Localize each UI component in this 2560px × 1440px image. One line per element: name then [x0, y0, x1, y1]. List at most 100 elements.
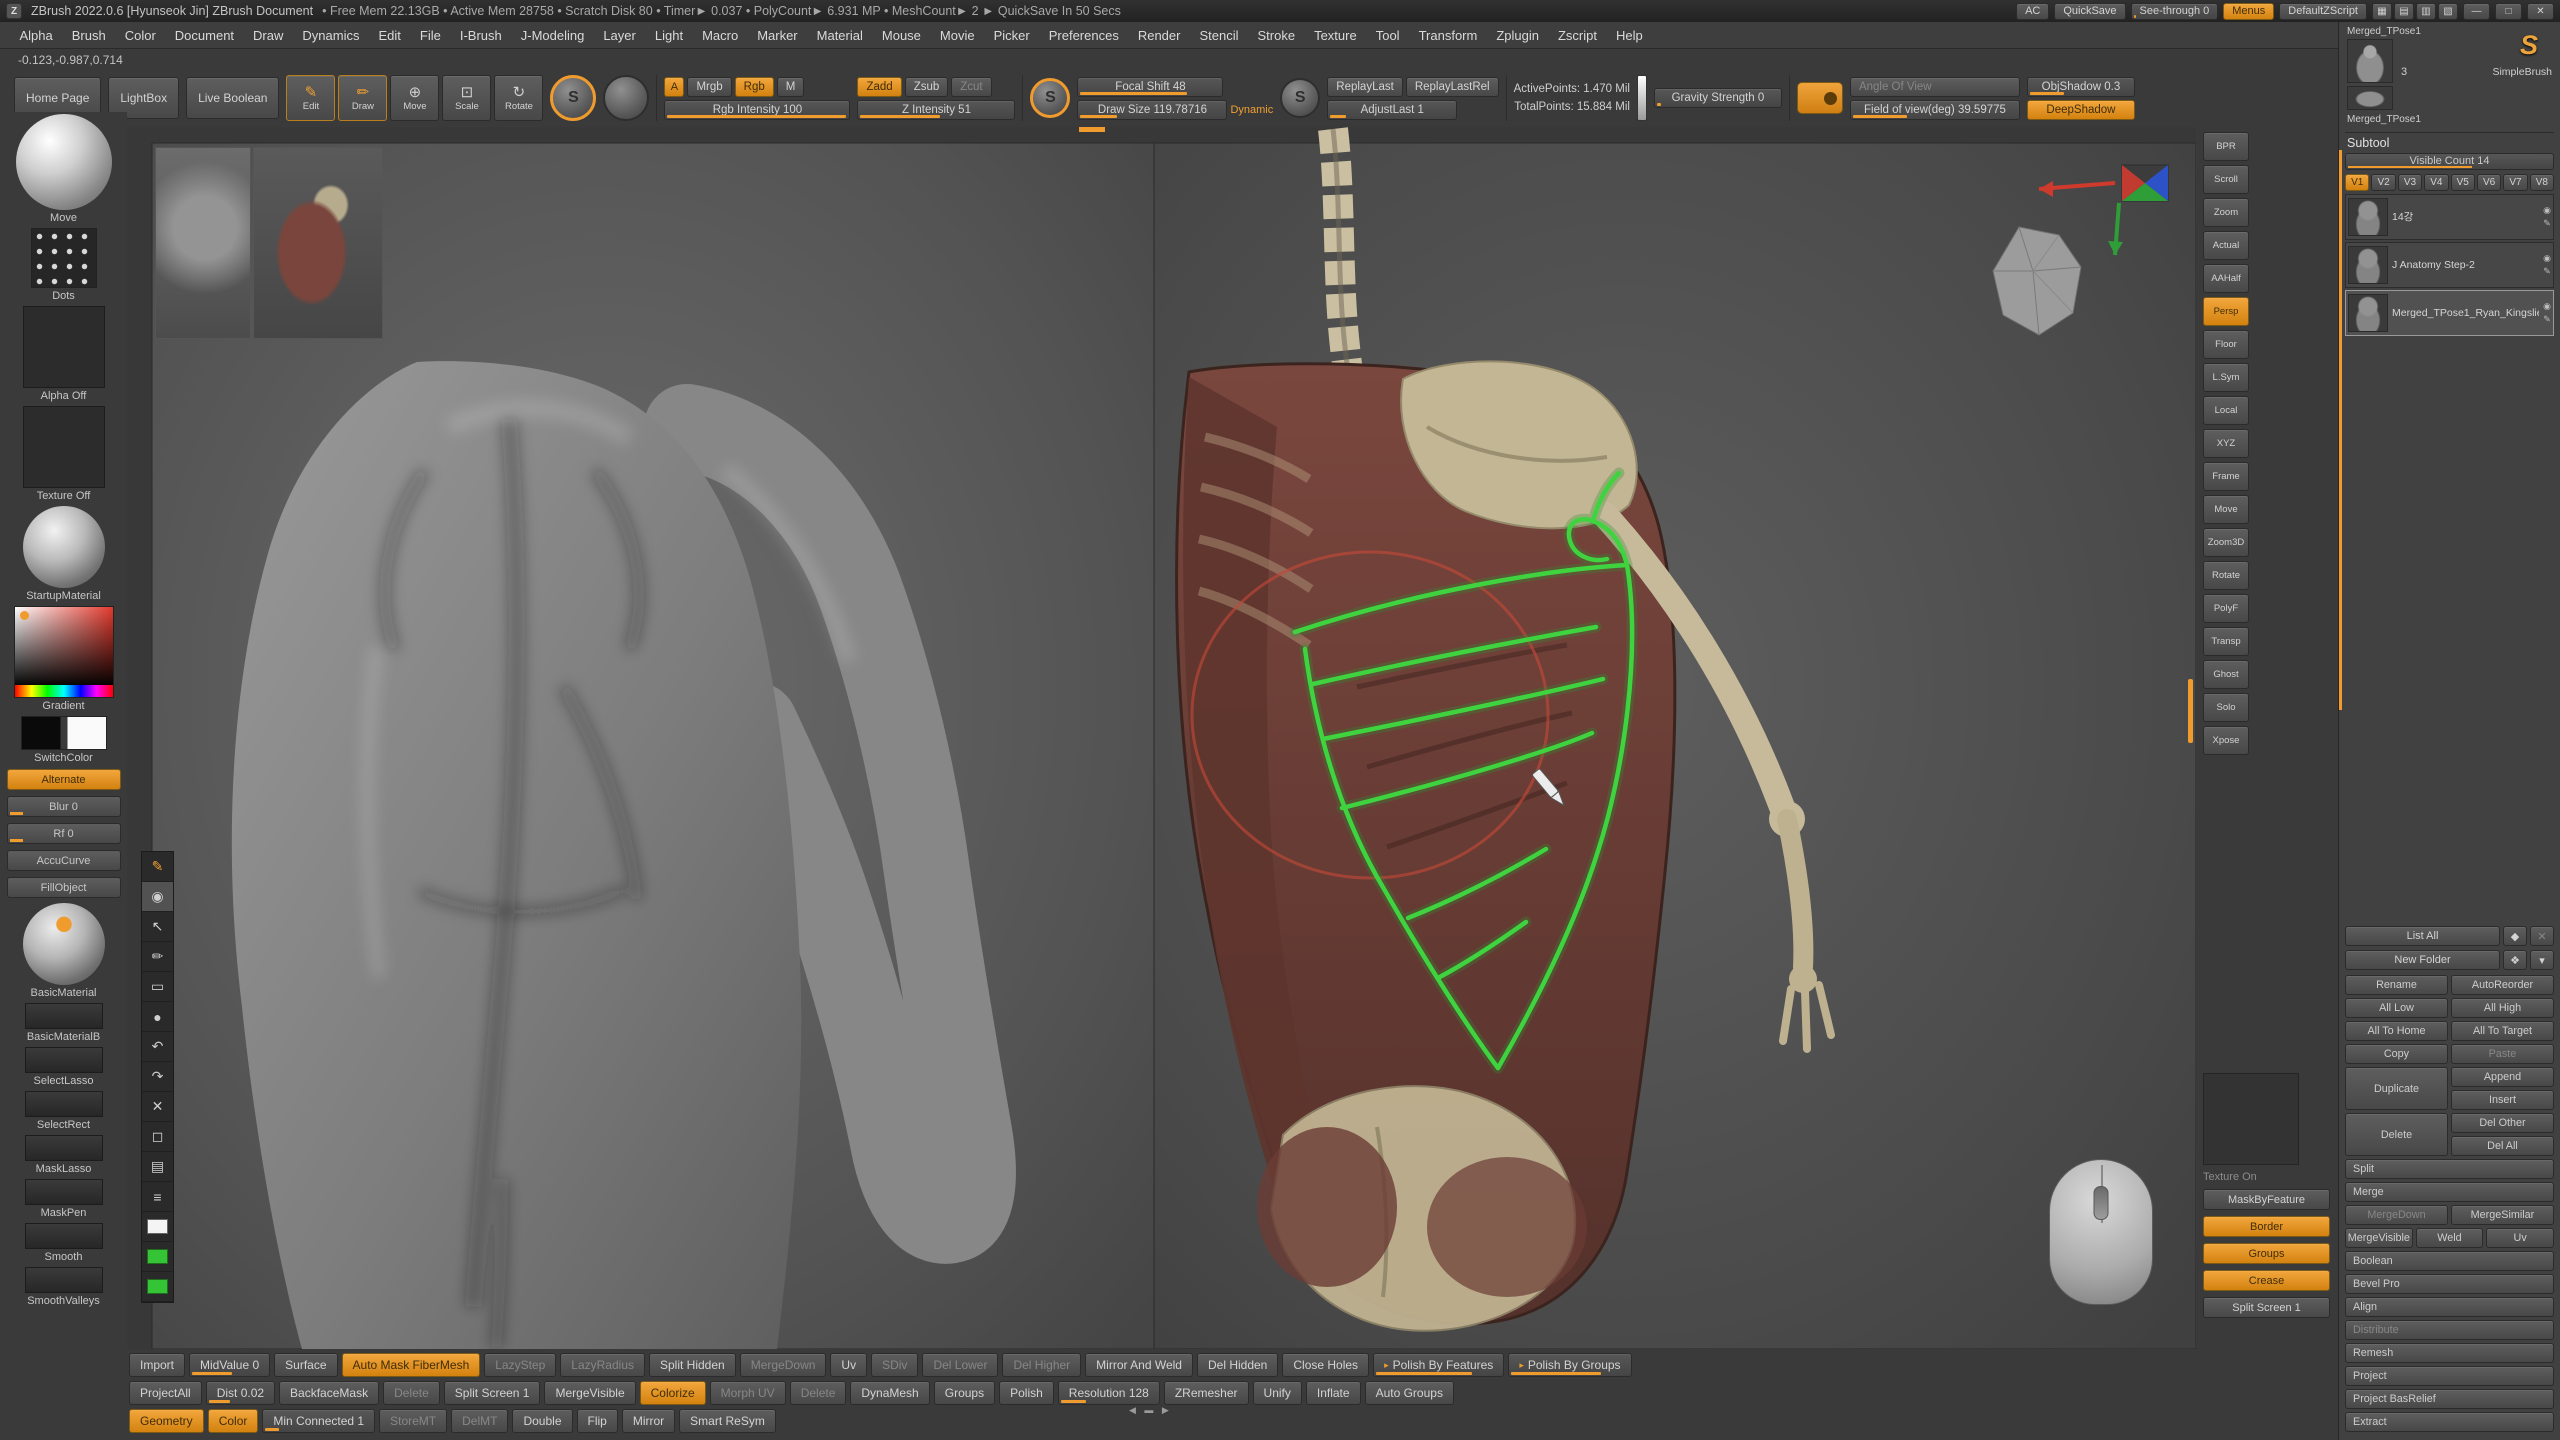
subtool-action-button[interactable]: Del All	[2451, 1136, 2554, 1156]
right-shelf-icon[interactable]: Ghost	[2203, 660, 2249, 689]
focal-shift-icon[interactable]: S	[1030, 78, 1070, 118]
subtool-action-button[interactable]: Bevel Pro	[2345, 1274, 2554, 1294]
tray-item-thumbnail[interactable]	[23, 903, 105, 985]
right-shelf-icon[interactable]: Scroll	[2203, 165, 2249, 194]
bottom-bar-button[interactable]: ▸SDiv	[871, 1353, 918, 1377]
tray-scroll-indicator[interactable]	[2339, 150, 2342, 710]
version-tab[interactable]: V4	[2424, 174, 2448, 191]
bottom-bar-button[interactable]: ▸Polish	[999, 1381, 1054, 1405]
version-tab[interactable]: V6	[2477, 174, 2501, 191]
bottom-bar-button[interactable]: ▸Smart ReSym	[679, 1409, 776, 1433]
left-tray-item[interactable]: Alternate	[7, 768, 121, 791]
left-tray-item[interactable]: Alpha Off	[23, 306, 105, 402]
right-shelf-icon[interactable]: Local	[2203, 396, 2249, 425]
tray-item-thumbnail[interactable]	[31, 228, 97, 288]
left-tray-item[interactable]: BasicMaterialB	[25, 1003, 103, 1043]
edit-icon[interactable]: ✎	[2543, 218, 2551, 229]
bottom-bar-button[interactable]: ▸Double	[512, 1409, 572, 1433]
right-shelf-icon[interactable]: Transp	[2203, 627, 2249, 656]
zadd-button[interactable]: Zadd	[857, 77, 901, 97]
bottom-bar-button[interactable]: ▸DelMT	[451, 1409, 508, 1433]
canvas-scrollbar-handle[interactable]	[2188, 679, 2193, 743]
menu-item[interactable]: Brush	[62, 22, 115, 48]
left-tray-item[interactable]: SelectLasso	[25, 1047, 103, 1087]
subtool-action-button[interactable]: Boolean	[2345, 1251, 2554, 1271]
sculpt-viewport[interactable]: ✎◉↖✏▭●↶↷✕◻▤≡	[127, 127, 2196, 1349]
right-shelf-icon[interactable]: Solo	[2203, 693, 2249, 722]
field-of-view-slider[interactable]: Field of view(deg) 39.59775	[1850, 100, 2020, 120]
gravity-strength-slider[interactable]: Gravity Strength 0	[1654, 88, 1782, 108]
subtool-action-button[interactable]: MergeVisible	[2345, 1228, 2413, 1248]
version-tab[interactable]: V3	[2398, 174, 2422, 191]
camera-icon[interactable]	[1797, 82, 1843, 114]
tool-thumbnail-2[interactable]	[2347, 86, 2393, 110]
bottom-bar-button[interactable]: ▸Import	[129, 1353, 185, 1377]
subtool-action-button[interactable]: Append	[2451, 1067, 2554, 1087]
bottom-bar-button[interactable]: ▸MergeDown	[740, 1353, 827, 1377]
bottom-bar-button[interactable]: ▸LazyRadius	[560, 1353, 645, 1377]
replay-last-rel-button[interactable]: ReplayLastRel	[1406, 77, 1499, 97]
menu-item[interactable]: Transform	[1409, 22, 1487, 48]
zsub-button[interactable]: Zsub	[905, 77, 949, 97]
menu-item[interactable]: Movie	[930, 22, 984, 48]
subtool-action-button[interactable]: Delete	[2345, 1113, 2448, 1156]
bottom-bar-button[interactable]: ▸Del Hidden	[1197, 1353, 1278, 1377]
crease-button[interactable]: Crease	[2203, 1270, 2330, 1291]
quicktool-icon[interactable]: ✏	[142, 942, 173, 972]
menu-item[interactable]: Picker	[984, 22, 1039, 48]
panel-layout-icon[interactable]: ▥	[2416, 3, 2436, 20]
menu-item[interactable]: Mouse	[872, 22, 930, 48]
bottom-bar-button[interactable]: ▸Color	[208, 1409, 259, 1433]
subtool-action-button[interactable]: Project BasRelief	[2345, 1389, 2554, 1409]
panel-layout-icon[interactable]: ▤	[2394, 3, 2414, 20]
border-button[interactable]: Border	[2203, 1216, 2330, 1237]
quicktool-icon[interactable]: ≡	[142, 1182, 173, 1212]
menu-item[interactable]: Preferences	[1039, 22, 1128, 48]
bottom-bar-button[interactable]: ▸LazyStep	[484, 1353, 556, 1377]
folder-collapse-icon[interactable]: ▾	[2530, 950, 2554, 970]
eye-icon[interactable]: ◉	[2543, 253, 2551, 264]
tray-item-thumbnail[interactable]	[16, 114, 112, 210]
bottom-bar-button[interactable]: ▸Resolution 128	[1058, 1381, 1160, 1405]
quicktool-icon[interactable]: ●	[142, 1002, 173, 1032]
bottom-bar-button[interactable]: ▸Flip	[577, 1409, 618, 1433]
left-tray-item[interactable]: AccuCurve	[7, 849, 121, 872]
tray-item-thumbnail[interactable]	[21, 716, 107, 750]
right-shelf-icon[interactable]: Floor	[2203, 330, 2249, 359]
default-zscript-button[interactable]: DefaultZScript	[2279, 3, 2367, 20]
bottom-bar-button[interactable]: ▸Inflate	[1306, 1381, 1361, 1405]
mode-button[interactable]: ⊕Move	[390, 75, 439, 121]
right-shelf-icon[interactable]: L.Sym	[2203, 363, 2249, 392]
menus-button[interactable]: Menus	[2223, 3, 2274, 20]
menu-item[interactable]: Document	[165, 22, 243, 48]
bottom-bar-button[interactable]: ▸Min Connected 1	[262, 1409, 375, 1433]
bottom-bar-button[interactable]: ▸Groups	[934, 1381, 995, 1405]
tray-item-thumbnail[interactable]	[25, 1135, 103, 1161]
split-screen-button[interactable]: Split Screen 1	[2203, 1297, 2330, 1318]
bottom-bar-button[interactable]: ▸Polish By Groups	[1508, 1353, 1631, 1377]
adjust-last-slider[interactable]: AdjustLast 1	[1327, 100, 1457, 120]
edit-icon[interactable]: ✎	[2543, 314, 2551, 325]
bottom-bar-button[interactable]: ▸Uv	[830, 1353, 867, 1377]
quicktool-icon[interactable]	[142, 1212, 173, 1242]
ac-button[interactable]: AC	[2016, 3, 2049, 20]
right-shelf-icon[interactable]: XYZ	[2203, 429, 2249, 458]
subtool-action-button[interactable]: Rename	[2345, 975, 2448, 995]
subtool-action-button[interactable]: Project	[2345, 1366, 2554, 1386]
subtool-action-button[interactable]: Remesh	[2345, 1343, 2554, 1363]
z-intensity-slider[interactable]: Z Intensity 51	[857, 100, 1015, 120]
subtool-section-header[interactable]: Subtool	[2345, 132, 2554, 152]
tray-item-thumbnail[interactable]	[25, 1047, 103, 1073]
tray-item-thumbnail[interactable]	[25, 1003, 103, 1029]
right-shelf-icon[interactable]: Move	[2203, 495, 2249, 524]
menu-item[interactable]: Color	[115, 22, 165, 48]
subtool-action-button[interactable]: Merge	[2345, 1182, 2554, 1202]
right-shelf-icon[interactable]: BPR	[2203, 132, 2249, 161]
maximize-button[interactable]: □	[2495, 3, 2522, 20]
tray-item-thumbnail[interactable]	[23, 306, 105, 388]
subtool-action-button[interactable]: MergeSimilar	[2451, 1205, 2554, 1225]
right-shelf-icon[interactable]: Xpose	[2203, 726, 2249, 755]
version-tab[interactable]: V8	[2530, 174, 2554, 191]
bottom-bar-button[interactable]: ▸Close Holes	[1282, 1353, 1369, 1377]
replay-last-button[interactable]: ReplayLast	[1327, 77, 1403, 97]
